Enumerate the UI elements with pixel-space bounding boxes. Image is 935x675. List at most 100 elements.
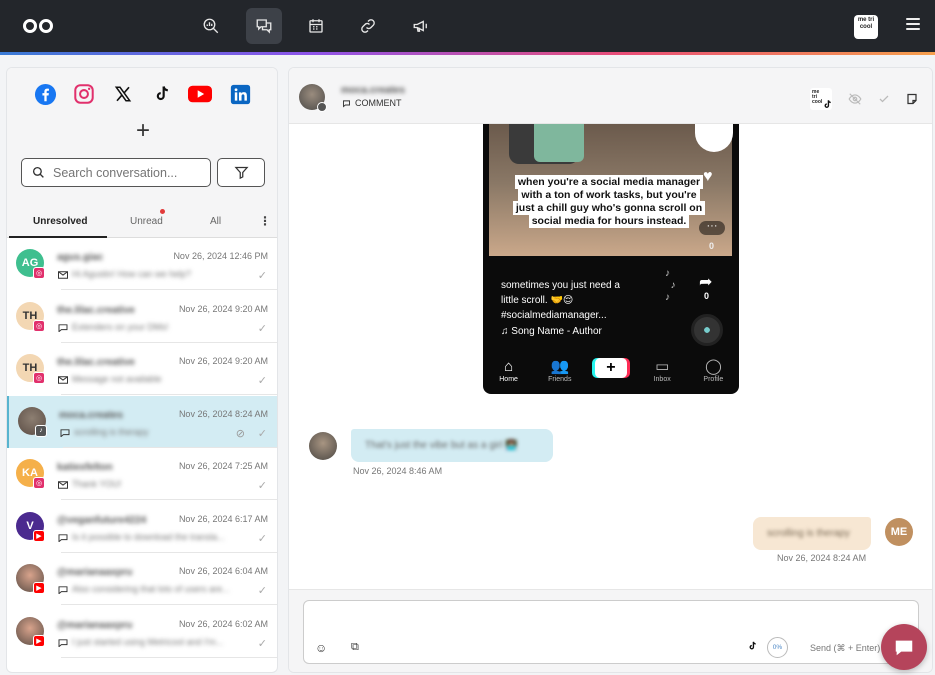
- conversation-time: Nov 26, 2024 6:04 AM: [178, 566, 268, 576]
- conversation-name: katiexfelton: [57, 462, 113, 473]
- media-attach-icon[interactable]: ⧉: [351, 641, 359, 654]
- conversation-row[interactable]: ♪ moca.creates Nov 26, 2024 8:24 AM scrolli…: [7, 395, 277, 448]
- facebook-icon: [34, 83, 56, 105]
- conversation-preview: I just started using Metricool and I'm..…: [72, 636, 224, 647]
- emoji-icon[interactable]: ☺: [315, 641, 327, 655]
- outgoing-message-bubble[interactable]: scrolling is therapy: [753, 517, 871, 550]
- hide-eye-off-icon[interactable]: [848, 92, 862, 106]
- tiktok-filter-button[interactable]: [150, 82, 174, 106]
- hide-eye-off-icon[interactable]: ⊘: [236, 427, 245, 440]
- resolve-check-icon[interactable]: ✓: [258, 584, 267, 597]
- conversation-row[interactable]: AG ◎ agus.giac Nov 26, 2024 12:46 PM Hi Agus…: [7, 238, 277, 290]
- brand-badge-label: me tri cool: [857, 17, 875, 30]
- chat-bubble-icon: [895, 640, 913, 656]
- reply-composer-input[interactable]: ☺ ⧉ 0% Send (⌘ + Enter): [303, 600, 919, 664]
- contact-network-badge: [317, 102, 327, 112]
- envelope-icon: [58, 481, 68, 489]
- calendar-icon: [309, 19, 323, 33]
- metricool-logo-icon[interactable]: [22, 16, 54, 36]
- conversation-row[interactable]: ▶ @marianaaxpru Nov 26, 2024 6:04 AM Also c…: [7, 553, 277, 605]
- music-disc-icon: [691, 314, 723, 346]
- incoming-message-bubble[interactable]: That's just the vibe but as a girl 👩🏽‍💻: [351, 429, 553, 462]
- chat-support-button[interactable]: [881, 624, 927, 670]
- tiktok-bottom-nav: ⌂ Home 👥 Friends + ▭ Inbox ◯ Profile: [483, 354, 739, 394]
- incoming-message-text: That's just the vibe but as a girl 👩🏽‍💻: [365, 440, 518, 451]
- creator-avatar-bubble: [695, 124, 733, 152]
- conversation-row[interactable]: TH ◎ the.lilac.creative Nov 26, 2024 9:20 A…: [7, 343, 277, 395]
- conversation-preview: Is it possible to download the transla..…: [72, 531, 225, 542]
- tab-all[interactable]: All: [210, 216, 221, 227]
- note-icon[interactable]: [906, 93, 918, 105]
- create-plus-icon: +: [594, 358, 627, 378]
- like-heart-icon: ♥: [703, 168, 713, 185]
- brand-gradient-strip: [0, 52, 935, 55]
- incoming-message-avatar: [309, 432, 337, 460]
- conversation-preview: Message not available: [72, 374, 162, 384]
- conversation-time: Nov 26, 2024 12:46 PM: [173, 251, 268, 261]
- conversation-detail-panel: moca.creates COMMENT me tri cool when you'…: [288, 67, 933, 673]
- envelope-icon: [58, 376, 68, 384]
- resolve-check-icon[interactable]: ✓: [258, 269, 267, 282]
- conversation-name: agus.giac: [57, 252, 104, 263]
- envelope-icon: [58, 271, 68, 279]
- hamburger-menu-icon[interactable]: [906, 18, 920, 32]
- send-button[interactable]: Send (⌘ + Enter): [810, 643, 880, 654]
- tab-unread[interactable]: Unread: [130, 216, 163, 227]
- contact-name[interactable]: moca.creates: [341, 85, 405, 96]
- conversation-name: the.lilac.creative: [57, 357, 135, 368]
- outgoing-message-time: Nov 26, 2024 8:24 AM: [777, 553, 867, 563]
- conversation-time: Nov 26, 2024 8:24 AM: [178, 408, 268, 419]
- conversation-row[interactable]: KA ◎ katiexfelton Nov 26, 2024 7:25 AM Thank…: [7, 448, 277, 500]
- tab-unresolved[interactable]: Unresolved: [33, 216, 87, 227]
- instagram-icon: ◎: [33, 319, 45, 332]
- post-video-thumbnail: when you're a social media manager with …: [489, 124, 733, 256]
- resolve-check-icon[interactable]: ✓: [258, 427, 267, 440]
- x-filter-button[interactable]: [111, 82, 135, 106]
- conversation-time: Nov 26, 2024 9:20 AM: [178, 356, 268, 366]
- post-description-line: little scroll. 🤝😌: [501, 295, 574, 306]
- resolve-check-icon[interactable]: ✓: [258, 637, 267, 650]
- resolve-check-icon[interactable]: ✓: [258, 374, 267, 387]
- resolve-check-icon[interactable]: ✓: [258, 322, 267, 335]
- conversation-row[interactable]: TH ◎ the.lilac.creative Nov 26, 2024 9:20 A…: [7, 291, 277, 343]
- resolve-check-icon[interactable]: ✓: [258, 532, 267, 545]
- friends-icon: 👥: [550, 358, 570, 375]
- nav-analytics-button[interactable]: [193, 8, 229, 44]
- youtube-icon: ▶: [33, 582, 45, 594]
- youtube-filter-button[interactable]: [188, 82, 212, 106]
- youtube-icon: ▶: [33, 529, 45, 542]
- conversation-row[interactable]: V ▶ @veganfuture4224 Nov 26, 2024 6:17 AM Is…: [7, 501, 277, 553]
- resolve-check-icon[interactable]: ✓: [258, 479, 267, 492]
- conversation-name: the.lilac.creative: [57, 304, 135, 316]
- tiktok-icon: [824, 100, 831, 108]
- add-network-button[interactable]: +: [132, 119, 154, 143]
- conversation-row[interactable]: ▶ @marianaaxpru Nov 26, 2024 6:02 AM I just…: [7, 606, 277, 658]
- instagram-filter-button[interactable]: [72, 82, 96, 106]
- filter-button[interactable]: [217, 158, 265, 187]
- tiktok-post-preview[interactable]: when you're a social media manager with …: [483, 124, 739, 394]
- more-dots-icon: ···: [699, 221, 725, 235]
- music-note-icon: ♫: [501, 326, 512, 337]
- tiktok-icon: [156, 86, 168, 101]
- tiktok-nav-label: Friends: [548, 376, 572, 383]
- brand-selector-button[interactable]: me tri cool: [854, 15, 878, 39]
- linkedin-filter-button[interactable]: [228, 82, 252, 106]
- conversation-preview: Extenders on your DMs!: [72, 321, 169, 332]
- comment-icon: [343, 99, 350, 107]
- search-conversation-box: [21, 158, 211, 187]
- nav-planner-button[interactable]: [298, 8, 334, 44]
- conversation-name: @veganfuture4224: [57, 514, 147, 526]
- more-options-icon[interactable]: ⋮: [259, 214, 271, 228]
- nav-links-button[interactable]: [350, 8, 386, 44]
- nav-inbox-button[interactable]: [246, 8, 282, 44]
- post-description-line: sometimes you just need a: [501, 280, 620, 291]
- tiktok-nav-create: +: [589, 358, 633, 378]
- resolve-check-icon[interactable]: [878, 93, 890, 105]
- nav-ads-button[interactable]: [403, 8, 439, 44]
- account-tiktok-button[interactable]: me tri cool: [810, 88, 832, 110]
- search-conversation-input[interactable]: [53, 165, 193, 180]
- conversation-time: Nov 26, 2024 6:17 AM: [178, 513, 268, 524]
- incoming-message-time: Nov 26, 2024 8:46 AM: [353, 466, 443, 476]
- top-navigation-bar: me tri cool: [0, 0, 935, 52]
- facebook-filter-button[interactable]: [33, 82, 57, 106]
